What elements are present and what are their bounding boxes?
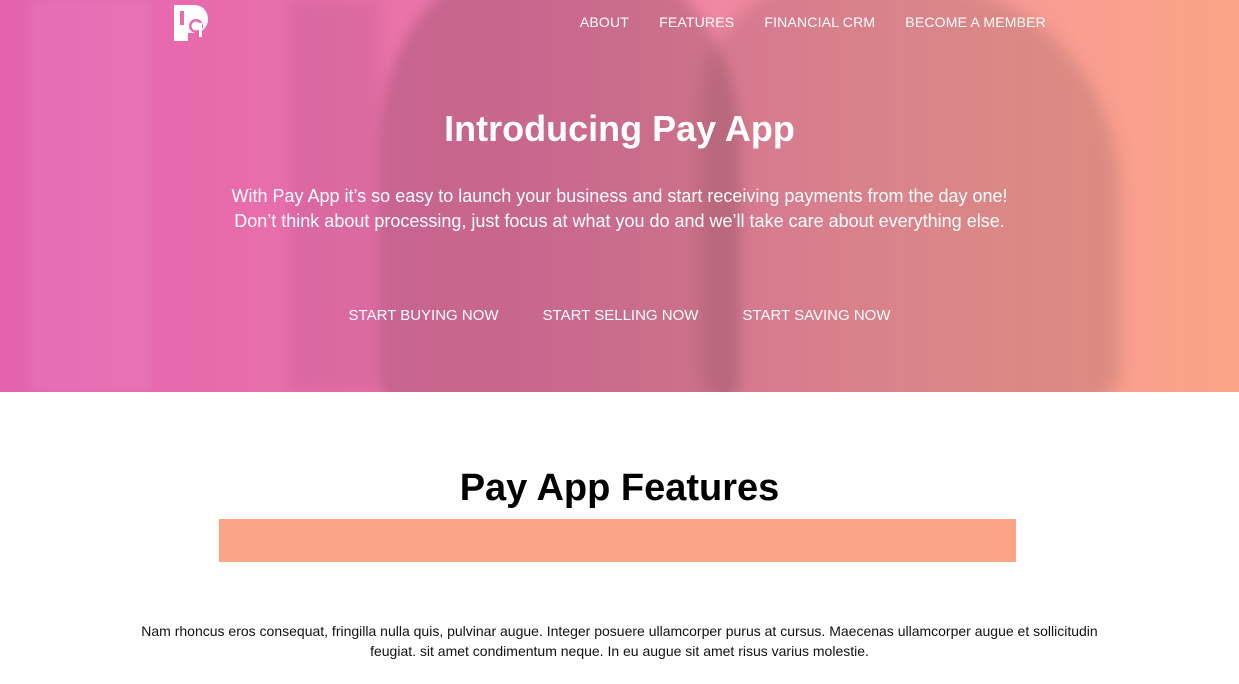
hero-section: ABOUT FEATURES FINANCIAL CRM BECOME A ME…	[0, 0, 1239, 392]
nav-item-become-a-member[interactable]: BECOME A MEMBER	[905, 14, 1046, 30]
hero-description: With Pay App it’s so easy to launch your…	[0, 184, 1239, 234]
features-accent-bar	[219, 519, 1016, 562]
pay-app-logo-icon[interactable]	[174, 5, 210, 41]
features-title: Pay App Features	[459, 467, 780, 509]
cta-links: START BUYING NOW START SELLING NOW START…	[0, 307, 1239, 324]
start-selling-link[interactable]: START SELLING NOW	[543, 307, 699, 324]
nav-item-about[interactable]: ABOUT	[580, 14, 629, 30]
nav-item-financial-crm[interactable]: FINANCIAL CRM	[764, 14, 875, 30]
start-saving-link[interactable]: START SAVING NOW	[742, 307, 890, 324]
nav-item-features[interactable]: FEATURES	[659, 14, 734, 30]
main-nav: ABOUT FEATURES FINANCIAL CRM BECOME A ME…	[580, 14, 1046, 30]
start-buying-link[interactable]: START BUYING NOW	[349, 307, 499, 324]
features-description: Nam rhoncus eros consequat, fringilla nu…	[141, 623, 1098, 659]
logo-mark	[174, 5, 208, 41]
hero-title: Introducing Pay App	[444, 108, 795, 149]
hero-description-line-1: With Pay App it’s so easy to launch your…	[231, 186, 1008, 206]
hero-description-line-2: Don’t think about processing, just focus…	[234, 211, 1005, 231]
